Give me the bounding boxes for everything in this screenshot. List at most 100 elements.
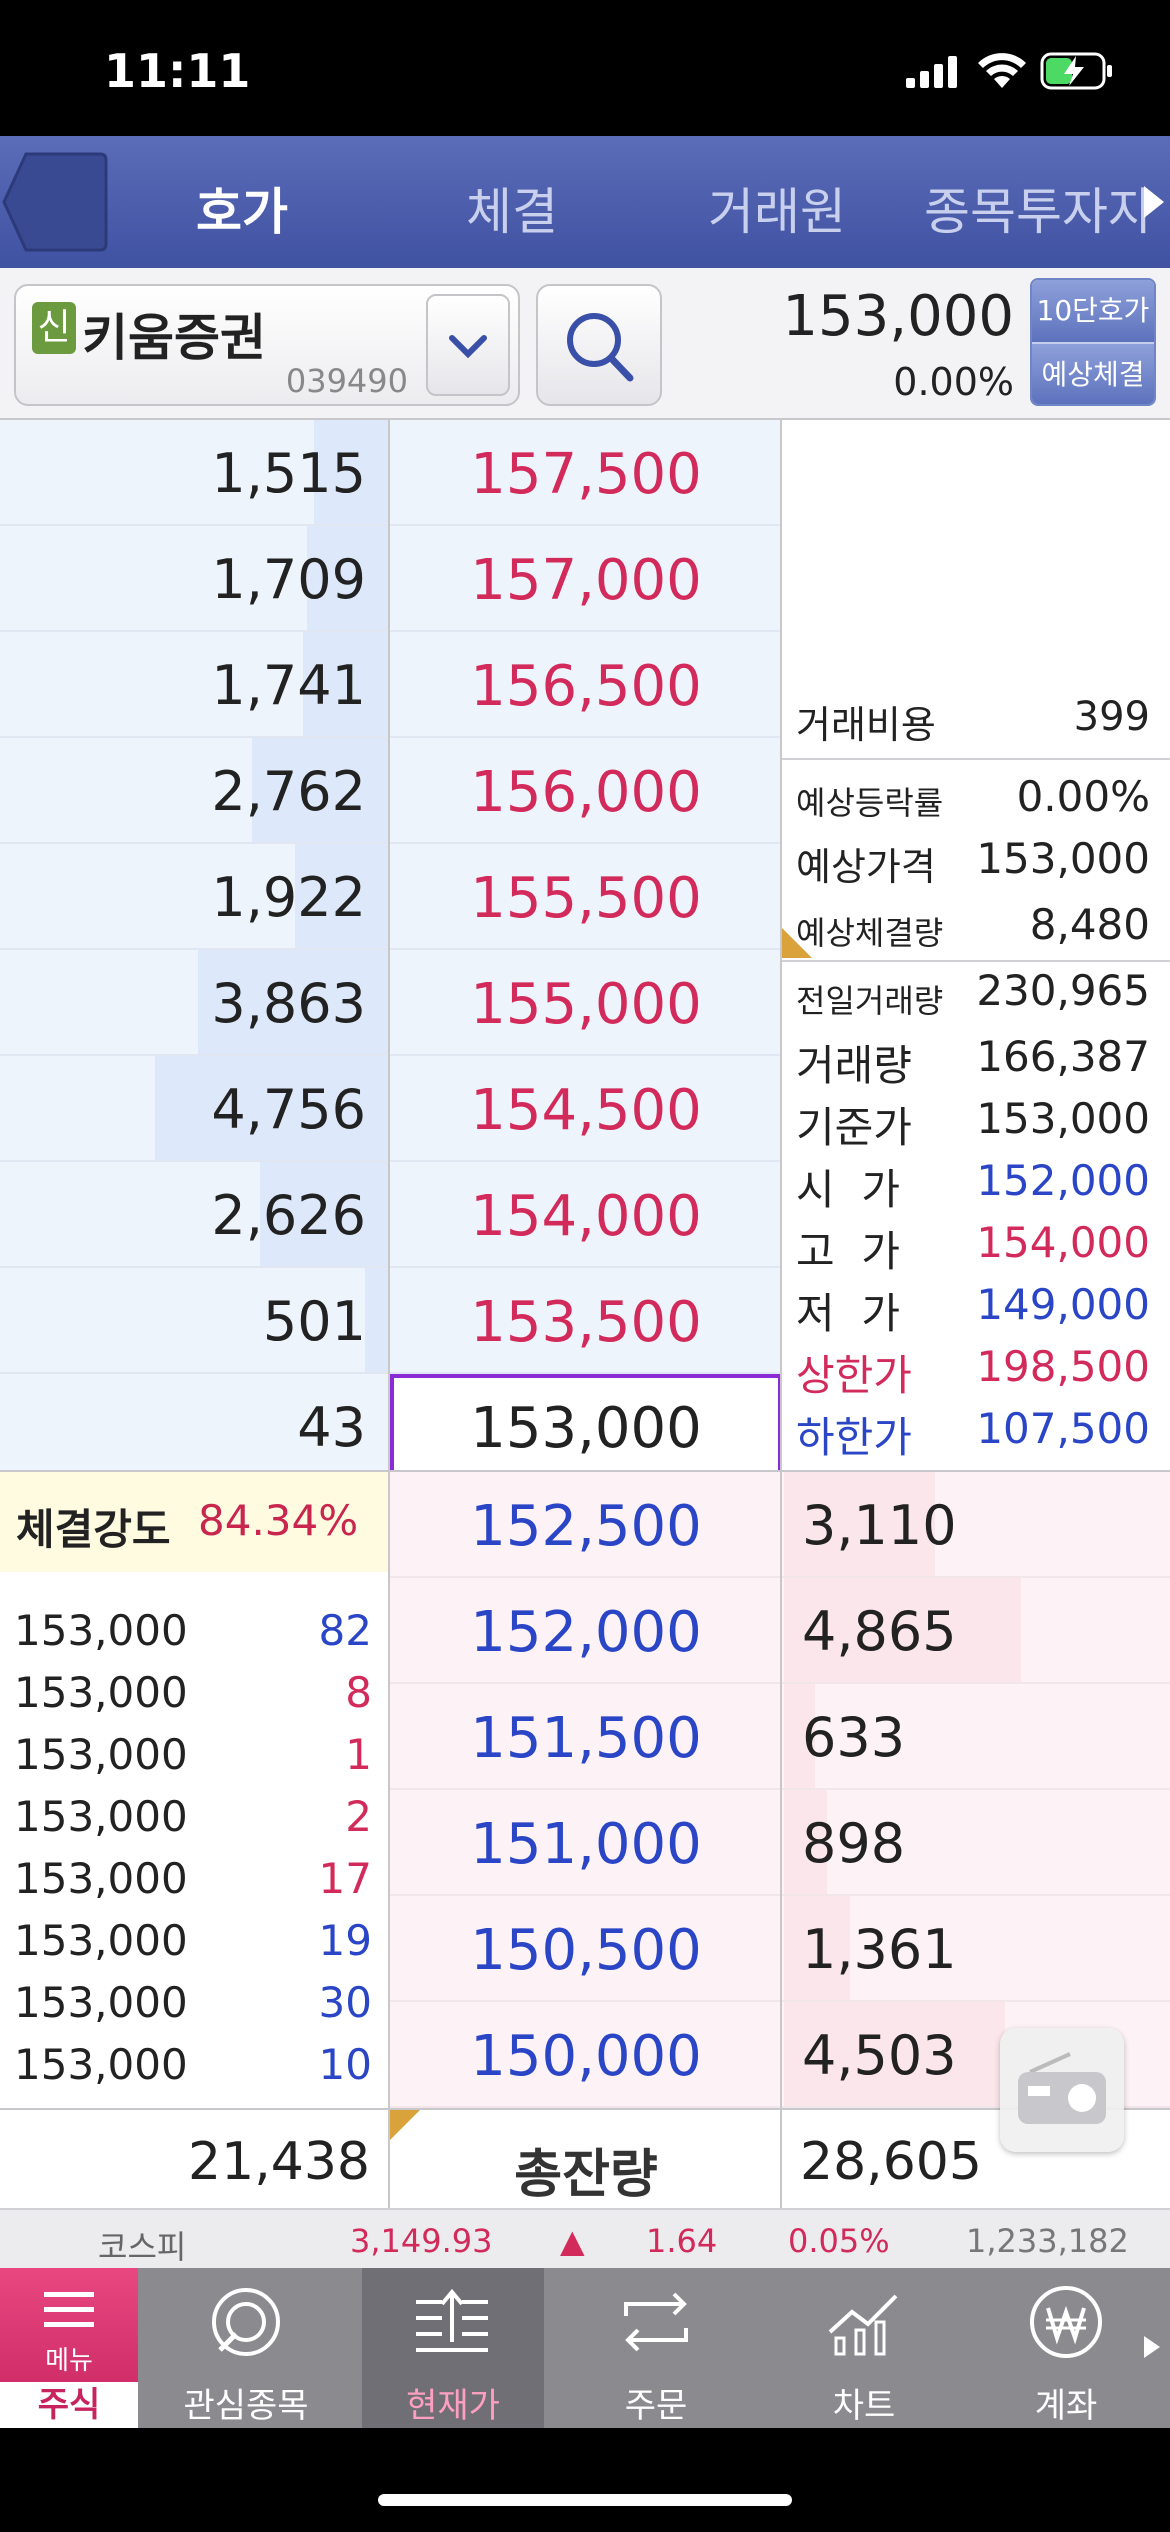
trade-tick: 153,000 1 bbox=[0, 1722, 388, 1784]
nav-watchlist[interactable]: 관심종목 bbox=[146, 2268, 346, 2428]
nav-chart[interactable]: 차트 bbox=[764, 2268, 964, 2428]
search-button[interactable] bbox=[536, 284, 662, 406]
trade-qty: 2 bbox=[345, 1792, 372, 1841]
bottom-nav: 메뉴 주식 관심종목 현재가 주문 차트 계좌 bbox=[0, 2268, 1170, 2428]
divider bbox=[388, 420, 390, 2108]
trade-tick: 153,000 2 bbox=[0, 1784, 388, 1846]
low-label: 저 가 bbox=[796, 1289, 900, 1338]
nav-scroll-right-icon[interactable] bbox=[1142, 2334, 1162, 2360]
bid-price: 151,000 bbox=[470, 1812, 702, 1877]
index-volume: 1,233,182 bbox=[966, 2222, 1129, 2260]
order-icon bbox=[624, 2292, 688, 2352]
bid-price: 150,000 bbox=[470, 2024, 702, 2089]
stock-selector[interactable]: 신 키움증권 039490 bbox=[14, 284, 520, 406]
home-indicator[interactable] bbox=[378, 2494, 792, 2506]
tab-investors[interactable]: 종목투자자 bbox=[924, 172, 1154, 244]
tab-trades[interactable]: 체결 bbox=[466, 172, 558, 244]
ask-qty: 1,709 bbox=[211, 548, 366, 611]
watchlist-icon bbox=[212, 2288, 280, 2356]
exp-price-label: 예상가격 bbox=[796, 845, 936, 889]
back-arrow-icon[interactable] bbox=[0, 146, 112, 258]
orderbook: 1,515 157,500 1,709 157,000 1,741 156,500 2,76… bbox=[0, 420, 1170, 2108]
upper-limit-label: 상한가 bbox=[796, 1351, 912, 1400]
ask-qty-bar bbox=[365, 1268, 388, 1372]
prev-vol-value: 230,965 bbox=[976, 966, 1150, 1015]
ask-qty-cell: 43 bbox=[0, 1374, 388, 1480]
nav-order[interactable]: 주문 bbox=[556, 2268, 756, 2428]
tab-scroll-right-icon[interactable] bbox=[1142, 184, 1166, 220]
bid-qty: 4,503 bbox=[802, 2024, 957, 2087]
trade-qty: 17 bbox=[318, 1854, 372, 1903]
tab-brokers[interactable]: 거래원 bbox=[708, 172, 846, 244]
divider bbox=[780, 2110, 782, 2208]
ask-total: 21,438 bbox=[188, 2132, 370, 2192]
trade-qty: 30 bbox=[318, 1978, 372, 2027]
bid-qty: 3,110 bbox=[802, 1494, 957, 1557]
ask-price: 156,000 bbox=[470, 760, 702, 825]
ask-row[interactable]: 3,863 155,000 bbox=[0, 950, 782, 1056]
chart-icon bbox=[828, 2294, 898, 2356]
nav-current-price-label: 현재가 bbox=[406, 2386, 500, 2426]
divider bbox=[388, 2110, 390, 2208]
radio-button[interactable] bbox=[1000, 2028, 1124, 2152]
ask-row[interactable]: 501 153,500 bbox=[0, 1268, 782, 1374]
current-price-cell[interactable]: 153,000 bbox=[390, 1374, 782, 1478]
trade-strength-value: 84.34% bbox=[198, 1496, 359, 1545]
won-icon bbox=[1030, 2286, 1102, 2358]
prev-vol-label: 전일거래량 bbox=[796, 982, 944, 1020]
ask-row[interactable]: 2,762 156,000 bbox=[0, 738, 782, 844]
corner-marker-icon bbox=[782, 928, 812, 958]
ask-row[interactable]: 1,922 155,500 bbox=[0, 844, 782, 950]
menu-button[interactable]: 메뉴 주식 bbox=[0, 2268, 138, 2428]
change-rate: 0.00% bbox=[893, 360, 1014, 404]
ask-price: 153,500 bbox=[470, 1290, 702, 1355]
trade-tick: 153,000 30 bbox=[0, 1970, 388, 2032]
ask-row[interactable]: 2,626 154,000 bbox=[0, 1162, 782, 1268]
ask-price: 157,000 bbox=[470, 548, 702, 613]
trade-price: 153,000 bbox=[14, 1854, 188, 1903]
ask-qty: 501 bbox=[262, 1290, 366, 1353]
stock-dropdown-button[interactable] bbox=[426, 294, 510, 396]
divider bbox=[780, 420, 782, 2108]
trade-qty: 8 bbox=[345, 1668, 372, 1717]
trade-price: 153,000 bbox=[14, 1978, 188, 2027]
nav-account[interactable]: 계좌 bbox=[966, 2268, 1166, 2428]
ask-qty: 1,515 bbox=[211, 442, 366, 505]
hamburger-icon bbox=[44, 2292, 94, 2327]
depth-button[interactable]: 10단호가 bbox=[1032, 280, 1154, 342]
ask-row[interactable]: 4,756 154,500 bbox=[0, 1056, 782, 1162]
total-label: 총잔량 bbox=[514, 2145, 658, 2205]
current-price-icon bbox=[416, 2288, 488, 2352]
bid-price: 151,500 bbox=[470, 1706, 702, 1771]
ask-price: 155,000 bbox=[470, 972, 702, 1037]
index-value: 3,149.93 bbox=[350, 2222, 493, 2260]
nav-watchlist-label: 관심종목 bbox=[183, 2386, 309, 2426]
ask-qty: 1,922 bbox=[211, 866, 366, 929]
ask-qty: 1,741 bbox=[211, 654, 366, 717]
radio-icon bbox=[1018, 2052, 1106, 2124]
ask-row[interactable]: 1,709 157,000 bbox=[0, 526, 782, 632]
trade-strength-label: 체결강도 bbox=[16, 1505, 171, 1554]
divider bbox=[0, 1470, 1170, 1472]
trade-qty: 10 bbox=[318, 2040, 372, 2089]
nav-current-price[interactable]: 현재가 bbox=[362, 2268, 544, 2428]
ask-row[interactable]: 1,741 156,500 bbox=[0, 632, 782, 738]
expected-fill-button[interactable]: 예상체결 bbox=[1032, 342, 1154, 404]
trade-strength: 체결강도 84.34% bbox=[0, 1472, 388, 1572]
tab-orderbook[interactable]: 호가 bbox=[196, 172, 288, 244]
fee-value: 399 bbox=[1073, 694, 1150, 740]
open-value: 152,000 bbox=[976, 1156, 1150, 1205]
vol-label: 거래량 bbox=[796, 1041, 912, 1090]
status-bar: 11:11 bbox=[0, 0, 1170, 136]
ask-qty: 4,756 bbox=[211, 1078, 366, 1141]
ask-qty-cell: 501 bbox=[0, 1268, 388, 1374]
index-ticker[interactable]: 코스피 3,149.93 ▲ 1.64 0.05% 1,233,182 bbox=[0, 2208, 1170, 2268]
top-tab-bar: 호가 체결 거래원 종목투자자 bbox=[0, 136, 1170, 268]
ask-row[interactable]: 1,515 157,500 bbox=[0, 420, 782, 526]
fee-label: 거래비용 bbox=[796, 703, 936, 747]
ask-qty-cell: 3,863 bbox=[0, 950, 388, 1056]
bid-price: 152,000 bbox=[470, 1600, 702, 1665]
lower-limit-label: 하한가 bbox=[796, 1413, 912, 1462]
ask-price: 154,000 bbox=[470, 1184, 702, 1249]
nav-order-label: 주문 bbox=[624, 2386, 688, 2426]
